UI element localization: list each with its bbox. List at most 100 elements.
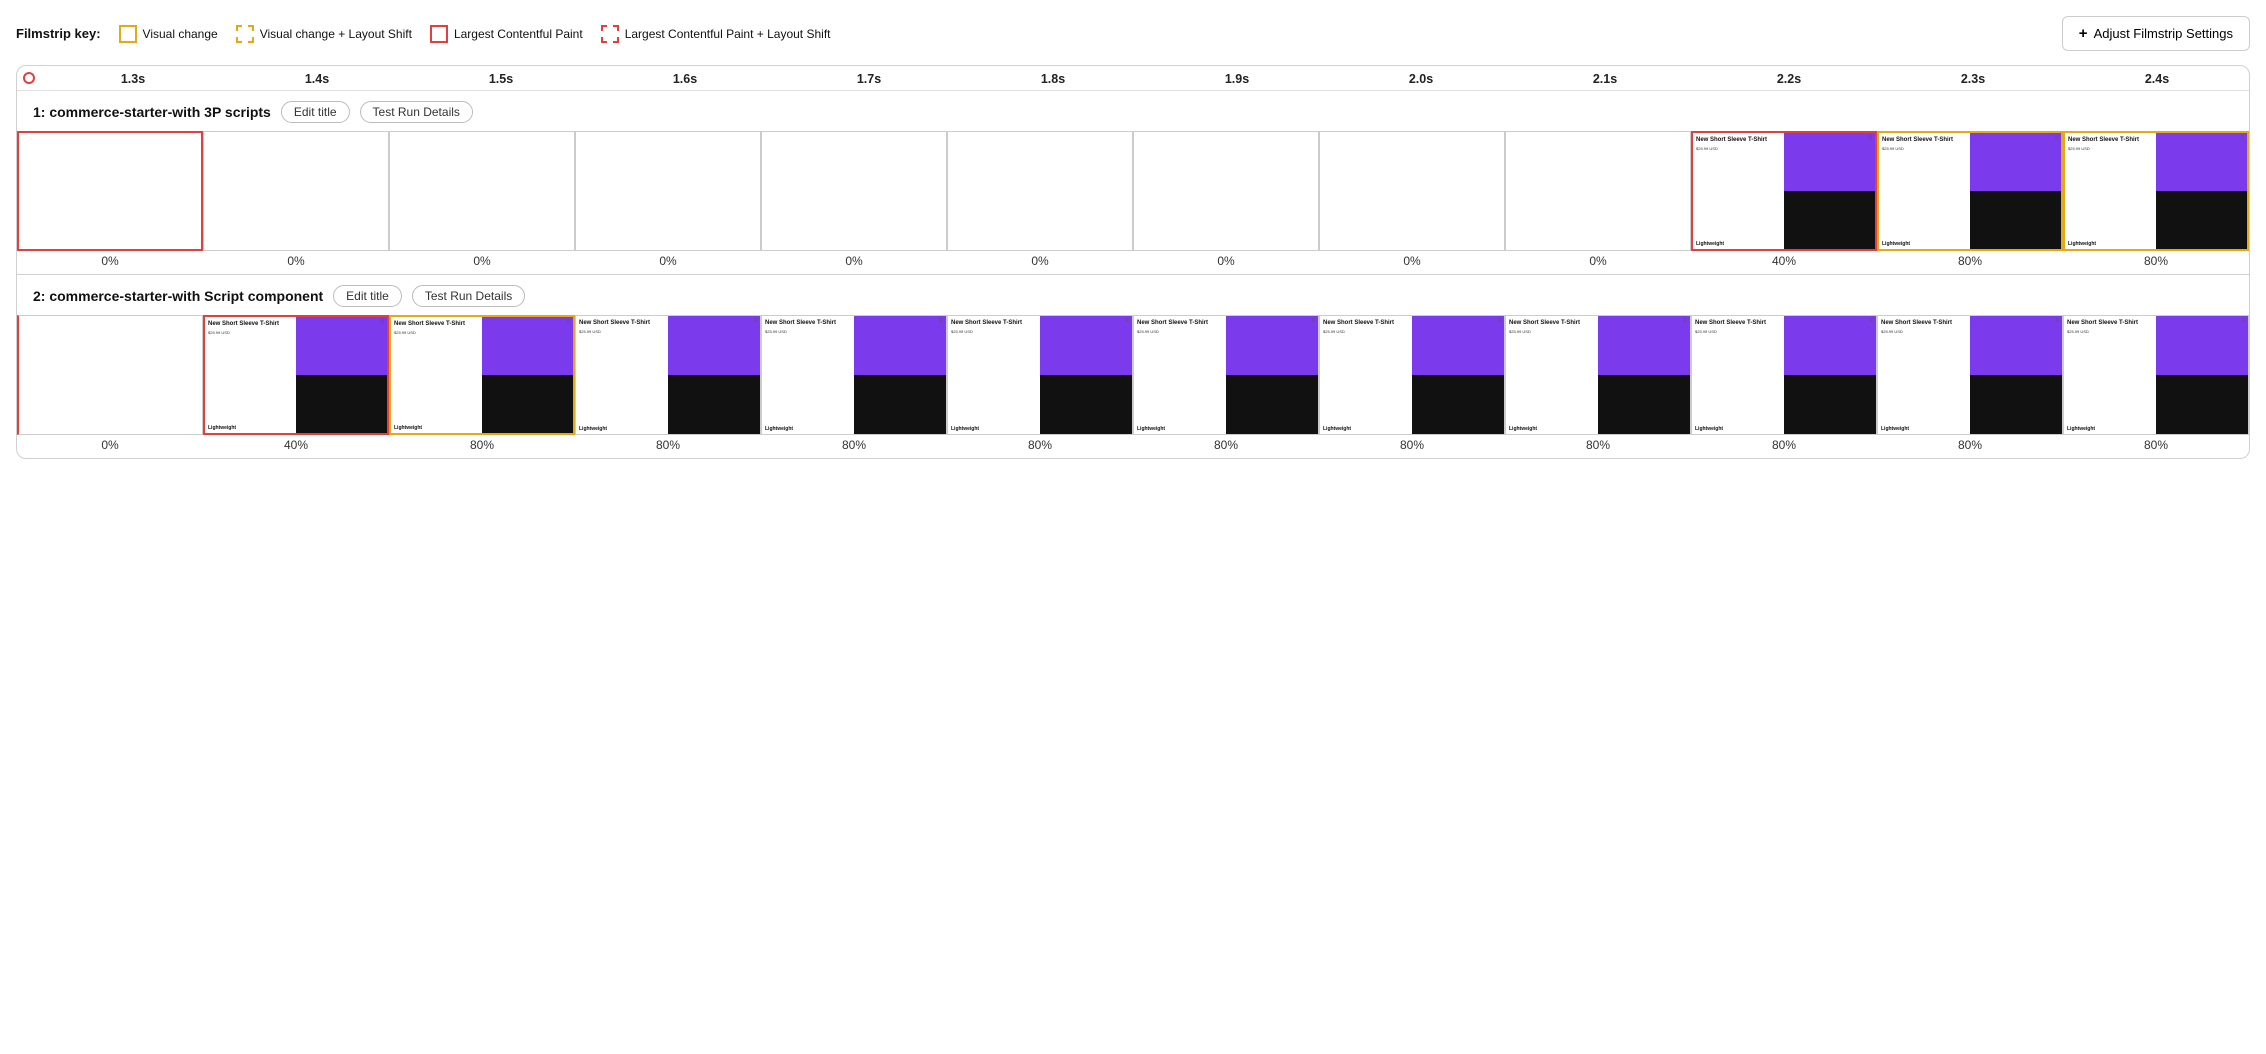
frame-percent-s1-f8: 0% (1403, 254, 1420, 268)
frame-cell-s2-f10: ≡New Short Sleeve T-Shirt$25.99 USDLight… (1691, 315, 1877, 458)
timeline-tick-8: 2.1s (1513, 72, 1697, 86)
key-box-lcp (430, 25, 448, 43)
frame-thumb-s2-f7[interactable]: ≡New Short Sleeve T-Shirt$25.99 USDLight… (1133, 315, 1319, 435)
adjust-btn-label: Adjust Filmstrip Settings (2094, 26, 2233, 41)
frame-cell-s1-f5: 0% (761, 131, 947, 274)
frame-thumb-s1-f2[interactable] (203, 131, 389, 251)
product-menu-icon: ≡ (380, 319, 384, 325)
adjust-filmstrip-settings-button[interactable]: + Adjust Filmstrip Settings (2062, 16, 2250, 51)
frame-thumb-s1-f5[interactable] (761, 131, 947, 251)
frame-percent-s2-f10: 80% (1772, 438, 1796, 452)
frame-percent-s2-f2: 40% (284, 438, 308, 452)
frame-thumb-s1-f7[interactable] (1133, 131, 1319, 251)
product-card-price: $25.99 USD (1323, 329, 1409, 334)
key-lcp: Largest Contentful Paint (430, 25, 583, 43)
product-menu-icon: ≡ (2240, 135, 2244, 141)
product-card-footer: Lightweight (762, 424, 845, 434)
frame-thumb-s1-f10[interactable]: ≡New Short Sleeve T-Shirt$25.99 USDLight… (1691, 131, 1877, 251)
frame-thumb-s1-f1[interactable] (17, 131, 203, 251)
key-box-lcp-layout-shift (601, 25, 619, 43)
product-menu-icon: ≡ (1497, 318, 1501, 324)
product-card-footer: Lightweight (1693, 239, 1775, 249)
product-card-price: $25.99 USD (208, 330, 293, 335)
frame-thumb-s2-f4[interactable]: ≡New Short Sleeve T-Shirt$25.99 USDLight… (575, 315, 761, 435)
section-title-1: 1: commerce-starter-with 3P scripts (33, 104, 271, 120)
frame-thumb-s1-f4[interactable] (575, 131, 761, 251)
product-card-footer: Lightweight (1506, 424, 1589, 434)
frame-percent-s1-f9: 0% (1589, 254, 1606, 268)
key-visual-change: Visual change (119, 25, 218, 43)
test-run-details-button-1[interactable]: Test Run Details (360, 101, 473, 123)
frame-thumb-s1-f12[interactable]: ≡New Short Sleeve T-Shirt$25.99 USDLight… (2063, 131, 2249, 251)
key-label-visual-change-layout-shift: Visual change + Layout Shift (260, 27, 412, 41)
key-label-lcp-layout-shift: Largest Contentful Paint + Layout Shift (625, 27, 831, 41)
frame-thumb-s1-f8[interactable] (1319, 131, 1505, 251)
frame-thumb-s2-f2[interactable]: ≡New Short Sleeve T-Shirt$25.99 USDLight… (203, 315, 389, 435)
product-card-price: $25.99 USD (1509, 329, 1595, 334)
frame-cell-s1-f1: 0% (17, 131, 203, 274)
product-card-price: $25.99 USD (579, 329, 665, 334)
frame-cell-s2-f3: ≡New Short Sleeve T-Shirt$25.99 USDLight… (389, 315, 575, 458)
filmstrip-row-2: 0% ≡ New Short Sleeve T-Shirt $25.99 USD Lig… (17, 315, 2249, 458)
product-card-price: $25.99 USD (951, 329, 1037, 334)
product-card-title: New Short Sleeve T-Shirt (765, 320, 851, 327)
frame-thumb-s2-f8[interactable]: ≡ New Short Sleeve T-Shirt $25.99 USD Light… (1319, 315, 1505, 435)
key-lcp-layout-shift: Largest Contentful Paint + Layout Shift (601, 25, 831, 43)
frame-cell-s2-f8: ≡ New Short Sleeve T-Shirt $25.99 USD Light… (1319, 315, 1505, 458)
frame-thumb-s2-f3[interactable]: ≡New Short Sleeve T-Shirt$25.99 USDLight… (389, 315, 575, 435)
timeline-tick-11: 2.4s (2065, 72, 2249, 86)
timeline-tick-3: 1.6s (593, 72, 777, 86)
filmstrip-key: Filmstrip key: Visual change Visual chan… (16, 25, 831, 43)
product-card-price: $25.99 USD (1882, 146, 1967, 151)
product-card-price: $25.99 USD (765, 329, 851, 334)
frame-thumb-s2-f11[interactable]: ≡New Short Sleeve T-Shirt$25.99 USDLight… (1877, 315, 2063, 435)
edit-title-button-1[interactable]: Edit title (281, 101, 350, 123)
product-card-footer: Lightweight (1320, 424, 1403, 434)
product-card-footer: Lightweight (1878, 424, 1961, 434)
frame-percent-s1-f12: 80% (2144, 254, 2168, 268)
product-menu-icon: ≡ (939, 318, 943, 324)
product-card-price: $25.99 USD (1881, 329, 1967, 334)
frame-thumb-s2-f9[interactable]: ≡ New Short Sleeve T-Shirt $25.99 USD Light… (1505, 315, 1691, 435)
section-header-2: 2: commerce-starter-with Script componen… (17, 275, 2249, 315)
edit-title-button-2[interactable]: Edit title (333, 285, 402, 307)
timeline-ticks: 1.3s1.4s1.5s1.6s1.7s1.8s1.9s2.0s2.1s2.2s… (31, 72, 2249, 86)
frame-thumb-s2-f6[interactable]: ≡New Short Sleeve T-Shirt$25.99 USDLight… (947, 315, 1133, 435)
product-menu-icon: ≡ (753, 318, 757, 324)
frame-thumb-s2-f10[interactable]: ≡New Short Sleeve T-Shirt$25.99 USDLight… (1691, 315, 1877, 435)
frame-cell-s2-f12: ≡New Short Sleeve T-Shirt$25.99 USDLight… (2063, 315, 2249, 458)
product-card-title: New Short Sleeve T-Shirt (1323, 320, 1409, 327)
frame-percent-s1-f5: 0% (845, 254, 862, 268)
timeline-tick-5: 1.8s (961, 72, 1145, 86)
product-card-footer: Lightweight (205, 423, 287, 433)
product-card-price: $25.99 USD (394, 330, 479, 335)
frame-percent-s2-f11: 80% (1958, 438, 1982, 452)
frame-cell-s1-f2: 0% (203, 131, 389, 274)
product-card-price: $25.99 USD (1137, 329, 1223, 334)
frame-percent-s1-f4: 0% (659, 254, 676, 268)
product-card-footer: Lightweight (576, 424, 659, 434)
adjust-plus-icon: + (2079, 25, 2088, 42)
product-card-title: New Short Sleeve T-Shirt (1695, 320, 1781, 327)
frame-thumb-s1-f11[interactable]: ≡New Short Sleeve T-Shirt$25.99 USDLight… (1877, 131, 2063, 251)
frame-thumb-s2-f1[interactable] (17, 315, 203, 435)
product-menu-icon: ≡ (1683, 318, 1687, 324)
product-card-footer: Lightweight (1879, 239, 1961, 249)
product-menu-icon: ≡ (1311, 318, 1315, 324)
frame-thumb-s1-f6[interactable] (947, 131, 1133, 251)
frame-percent-s2-f3: 80% (470, 438, 494, 452)
timeline-tick-6: 1.9s (1145, 72, 1329, 86)
frame-thumb-s2-f5[interactable]: ≡ New Short Sleeve T-Shirt $25.99 USD Light… (761, 315, 947, 435)
product-card-title: New Short Sleeve T-Shirt (1509, 320, 1595, 327)
timeline-dot (23, 72, 35, 84)
frame-thumb-s2-f12[interactable]: ≡New Short Sleeve T-Shirt$25.99 USDLight… (2063, 315, 2249, 435)
frame-thumb-s1-f9[interactable] (1505, 131, 1691, 251)
frame-percent-s2-f9: 80% (1586, 438, 1610, 452)
frame-cell-s2-f1: 0% (17, 315, 203, 458)
frame-percent-s2-f6: 80% (1028, 438, 1052, 452)
product-menu-icon: ≡ (1125, 318, 1129, 324)
frame-cell-s1-f10: ≡New Short Sleeve T-Shirt$25.99 USDLight… (1691, 131, 1877, 274)
top-bar: Filmstrip key: Visual change Visual chan… (16, 16, 2250, 51)
frame-thumb-s1-f3[interactable] (389, 131, 575, 251)
test-run-details-button-2[interactable]: Test Run Details (412, 285, 525, 307)
